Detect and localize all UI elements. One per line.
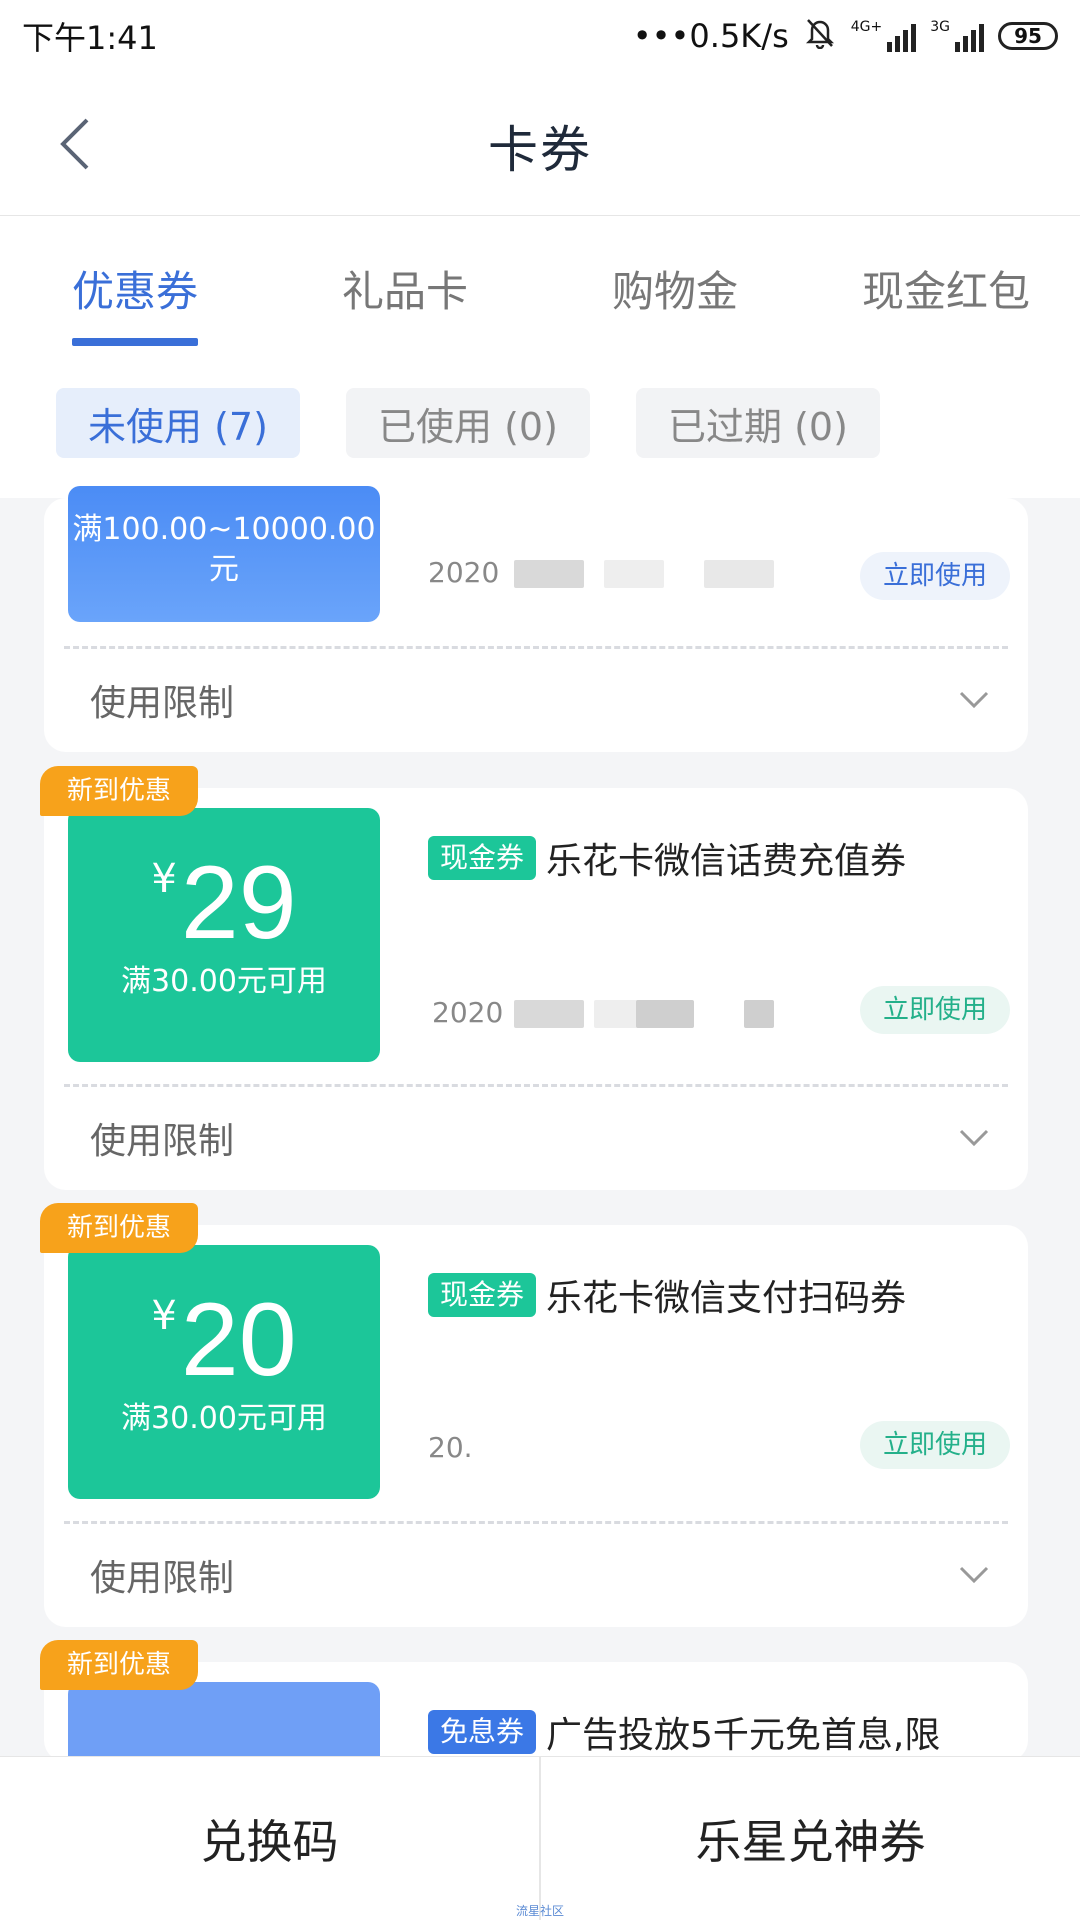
tab-cash-red-packet[interactable]: 现金红包 bbox=[862, 258, 1030, 319]
signal-4g-icon: 4G+ bbox=[851, 20, 917, 52]
coupon-condition: 满30.00元可用 bbox=[121, 1401, 327, 1436]
blurred-text bbox=[514, 1000, 584, 1028]
coupon-ticket[interactable]: 满100.00~10000.00 元 bbox=[68, 486, 384, 622]
page-title: 卡券 bbox=[488, 121, 592, 179]
coupon-title-row: 现金券 乐花卡微信话费充值券 bbox=[428, 832, 906, 884]
coupon-type-tag: 现金券 bbox=[428, 836, 537, 880]
use-now-button[interactable]: 立即使用 bbox=[860, 552, 1010, 600]
coupon-card: ¥20 满30.00元可用 新到优惠 现金券 乐花卡微信支付扫码券 20. 立即使… bbox=[40, 1203, 1028, 1627]
signal-3g-icon: 3G bbox=[930, 20, 984, 52]
coupon-date: 20. bbox=[428, 1431, 473, 1464]
new-offer-badge: 新到优惠 bbox=[40, 1203, 198, 1253]
coupon-amount-row: ¥29 bbox=[68, 848, 380, 958]
card-divider bbox=[64, 1521, 1008, 1524]
currency-symbol: ¥ bbox=[151, 1293, 177, 1339]
coupon-title-row: 免息券 广告投放5千元免首息,限 bbox=[428, 1706, 940, 1758]
tab-bar: 优惠券 礼品卡 购物金 现金红包 bbox=[0, 216, 1080, 346]
usage-limit-label: 使用限制 bbox=[90, 1121, 235, 1162]
coupon-card: 新到优惠 免息券 广告投放5千元免首息,限 bbox=[40, 1640, 1028, 1772]
bell-off-icon bbox=[803, 15, 837, 57]
blurred-text bbox=[604, 560, 664, 588]
coupon-condition: 满100.00~10000.00 bbox=[72, 512, 376, 547]
blurred-text bbox=[636, 1000, 694, 1028]
tab-active-indicator bbox=[72, 338, 198, 346]
usage-limit-row[interactable]: 使用限制 bbox=[44, 1088, 1028, 1188]
usage-limit-label: 使用限制 bbox=[90, 1558, 235, 1599]
tab-shopping-gold[interactable]: 购物金 bbox=[612, 258, 738, 319]
coupon-amount: 29 bbox=[180, 845, 297, 961]
status-icons: •••0.5K/s 4G+ 3G 95 bbox=[633, 15, 1058, 57]
bottom-action-bar: 兑换码 乐星兑神券 bbox=[0, 1756, 1080, 1920]
coupon-condition: 满30.00元可用 bbox=[121, 964, 327, 999]
nav-bar: 卡券 bbox=[0, 72, 1080, 216]
tab-gift-cards[interactable]: 礼品卡 bbox=[342, 258, 468, 319]
chevron-down-icon bbox=[954, 1555, 994, 1595]
filter-expired[interactable]: 已过期 (0) bbox=[636, 388, 880, 458]
coupon-title: 乐花卡微信支付扫码券 bbox=[546, 1278, 907, 1319]
redeem-code-button[interactable]: 兑换码 bbox=[0, 1757, 539, 1920]
coupon-date: 2020 bbox=[432, 996, 504, 1029]
use-now-button[interactable]: 立即使用 bbox=[860, 1421, 1010, 1469]
coupon-ticket[interactable]: ¥29 满30.00元可用 bbox=[68, 808, 384, 1062]
coupon-type-tag: 免息券 bbox=[428, 1710, 537, 1754]
coupon-ticket[interactable]: ¥20 满30.00元可用 bbox=[68, 1245, 384, 1499]
lexing-exchange-button[interactable]: 乐星兑神券 bbox=[541, 1757, 1080, 1920]
coupon-card: 满100.00~10000.00 元 2020 立即使用 使用限制 bbox=[44, 486, 1028, 752]
coupon-condition-unit: 元 bbox=[209, 552, 239, 587]
coupon-title-row: 现金券 乐花卡微信支付扫码券 bbox=[428, 1269, 906, 1321]
new-offer-badge: 新到优惠 bbox=[40, 1640, 198, 1690]
coupon-title: 广告投放5千元免首息,限 bbox=[546, 1715, 941, 1756]
tabs-area: 优惠券 礼品卡 购物金 现金红包 未使用 (7) 已使用 (0) 已过期 (0) bbox=[0, 216, 1080, 498]
coupon-card: ¥29 满30.00元可用 新到优惠 现金券 乐花卡微信话费充值券 2020 立即… bbox=[40, 766, 1028, 1190]
tab-coupons[interactable]: 优惠券 bbox=[72, 258, 198, 319]
battery-icon: 95 bbox=[998, 22, 1058, 50]
coupon-type-tag: 现金券 bbox=[428, 1273, 537, 1317]
card-divider bbox=[64, 646, 1008, 649]
coupon-amount-row: ¥20 bbox=[68, 1285, 380, 1395]
coupon-date: 2020 bbox=[428, 556, 500, 589]
blurred-text bbox=[704, 560, 774, 588]
card-divider bbox=[64, 1084, 1008, 1087]
chevron-down-icon bbox=[954, 1118, 994, 1158]
usage-limit-row[interactable]: 使用限制 bbox=[44, 650, 1028, 750]
chevron-down-icon bbox=[954, 680, 994, 720]
currency-symbol: ¥ bbox=[151, 856, 177, 902]
coupon-amount: 20 bbox=[180, 1282, 297, 1398]
status-bar: 下午1:41 •••0.5K/s 4G+ 3G 95 bbox=[0, 0, 1080, 72]
new-offer-badge: 新到优惠 bbox=[40, 766, 198, 816]
watermark: 流星社区 bbox=[515, 1904, 564, 1918]
use-now-button[interactable]: 立即使用 bbox=[860, 986, 1010, 1034]
blurred-text bbox=[744, 1000, 774, 1028]
filter-chips: 未使用 (7) 已使用 (0) 已过期 (0) bbox=[0, 388, 1080, 466]
filter-used[interactable]: 已使用 (0) bbox=[346, 388, 590, 458]
blurred-text bbox=[514, 560, 584, 588]
status-time: 下午1:41 bbox=[22, 19, 158, 57]
usage-limit-row[interactable]: 使用限制 bbox=[44, 1525, 1028, 1625]
network-speed: •••0.5K/s bbox=[632, 17, 789, 55]
usage-limit-label: 使用限制 bbox=[90, 683, 235, 724]
coupon-title: 乐花卡微信话费充值券 bbox=[546, 841, 907, 882]
filter-unused[interactable]: 未使用 (7) bbox=[56, 388, 300, 458]
